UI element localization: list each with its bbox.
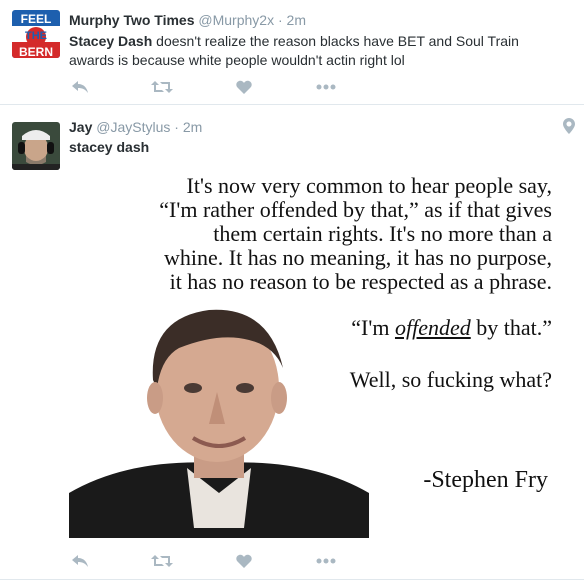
more-button[interactable] [315, 78, 337, 96]
offended-line: “I'm offended by that.” [351, 315, 552, 341]
stephen-fry-portrait [69, 309, 369, 538]
separator: · [277, 12, 283, 28]
tweet-text: Stacey Dash doesn't realize the reason b… [69, 32, 539, 70]
like-icon [236, 554, 252, 568]
retweet-icon [151, 555, 173, 567]
quote-line: them certain rights. It's no more than a [213, 221, 552, 246]
user-handle[interactable]: @JayStylus [96, 119, 170, 135]
reply-icon [72, 81, 88, 93]
tweet-murphy[interactable]: FEEL THE BERN Murphy Two Times @Murphy2x… [0, 0, 584, 105]
quote-author: -Stephen Fry [423, 467, 548, 493]
quote-line: It's now very common to hear people say, [186, 173, 552, 198]
separator: · [174, 119, 179, 135]
reply-icon [72, 555, 88, 567]
man-headphones-avatar[interactable] [12, 122, 60, 170]
reply-button[interactable] [69, 552, 91, 570]
quote-text: It's now very common to hear people say,… [79, 174, 552, 294]
retweet-button[interactable] [151, 78, 173, 96]
quote-line: “I'm rather offended by that,” as if tha… [159, 197, 552, 222]
feel-the-bern-avatar[interactable]: FEEL THE BERN [12, 10, 60, 58]
retweet-button[interactable] [151, 552, 173, 570]
tweet-jay[interactable]: Jay @JayStylus · 2m stacey dash It's now… [0, 105, 584, 580]
offended-word: offended [394, 315, 471, 340]
retweet-icon [151, 81, 173, 93]
tweet-header: Murphy Two Times @Murphy2x · 2m [69, 12, 306, 28]
tweet-text: stacey dash [69, 139, 150, 155]
more-icon [316, 84, 336, 90]
more-icon [316, 558, 336, 564]
mention-link[interactable]: Stacey Dash [69, 33, 152, 49]
timestamp[interactable]: 2m [183, 119, 202, 135]
like-icon [236, 80, 252, 94]
svg-text:BERN: BERN [19, 45, 53, 58]
quote-line: whine. It has no meaning, it has no purp… [164, 245, 552, 270]
tweet-actions [69, 78, 397, 96]
user-name[interactable]: Murphy Two Times [69, 12, 195, 28]
tweet-actions [69, 552, 397, 570]
reply-button[interactable] [69, 78, 91, 96]
user-name[interactable]: Jay [69, 119, 92, 135]
tweet-media-image[interactable]: It's now very common to hear people say,… [69, 160, 562, 538]
more-button[interactable] [315, 552, 337, 570]
map-pin-icon[interactable] [563, 118, 575, 139]
user-handle[interactable]: @Murphy2x [198, 12, 274, 28]
offended-post: by that.” [470, 315, 552, 340]
svg-text:FEEL: FEEL [21, 12, 52, 26]
like-button[interactable] [233, 552, 255, 570]
so-what-line: Well, so fucking what? [349, 367, 552, 392]
tweet-header: Jay @JayStylus · 2m [69, 119, 202, 135]
svg-text:THE: THE [25, 30, 47, 42]
like-button[interactable] [233, 78, 255, 96]
timestamp[interactable]: 2m [287, 12, 306, 28]
